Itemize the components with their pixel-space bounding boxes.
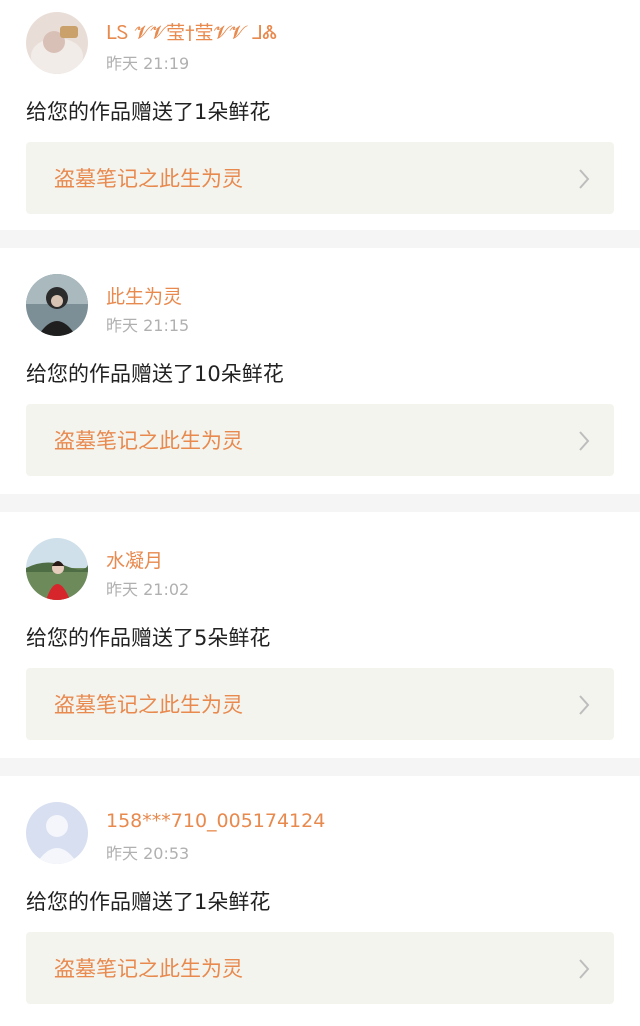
gift-message: 给您的作品赠送了1朵鲜花 xyxy=(26,100,271,124)
avatar[interactable] xyxy=(26,802,88,864)
chevron-right-icon xyxy=(579,959,590,979)
work-link[interactable]: 盗墓笔记之此生为灵 xyxy=(26,404,614,476)
username[interactable]: 此生为灵 xyxy=(106,282,182,309)
work-title: 盗墓笔记之此生为灵 xyxy=(54,957,243,981)
default-avatar-icon xyxy=(26,802,88,864)
work-link[interactable]: 盗墓笔记之此生为灵 xyxy=(26,668,614,740)
separator xyxy=(0,758,640,776)
timestamp: 昨天 21:02 xyxy=(106,580,190,599)
separator xyxy=(0,230,640,248)
work-title: 盗墓笔记之此生为灵 xyxy=(54,693,243,717)
chevron-right-icon xyxy=(579,431,590,451)
timestamp: 昨天 21:19 xyxy=(106,54,190,73)
gift-notification-card: 此生为灵 昨天 21:15 给您的作品赠送了10朵鲜花 盗墓笔记之此生为灵 xyxy=(0,248,640,494)
work-link[interactable]: 盗墓笔记之此生为灵 xyxy=(26,142,614,214)
gift-notification-card: ᒪᏚ 𝓥𝓥莹†莹𝓥𝓥 ᒧᏜ 昨天 21:19 给您的作品赠送了1朵鲜花 盗墓笔记… xyxy=(0,0,640,230)
username[interactable]: 158***710_005174124 xyxy=(106,810,325,832)
work-title: 盗墓笔记之此生为灵 xyxy=(54,429,243,453)
chevron-right-icon xyxy=(579,695,590,715)
gift-message: 给您的作品赠送了10朵鲜花 xyxy=(26,362,284,386)
work-title: 盗墓笔记之此生为灵 xyxy=(54,167,243,191)
timestamp: 昨天 21:15 xyxy=(106,316,190,335)
avatar-3-icon xyxy=(26,538,88,600)
gift-message: 给您的作品赠送了1朵鲜花 xyxy=(26,890,271,914)
gift-notification-card: 水凝月 昨天 21:02 给您的作品赠送了5朵鲜花 盗墓笔记之此生为灵 xyxy=(0,512,640,758)
username[interactable]: ᒪᏚ 𝓥𝓥莹†莹𝓥𝓥 ᒧᏜ xyxy=(106,18,277,45)
avatar-2-icon xyxy=(26,274,88,336)
timestamp: 昨天 20:53 xyxy=(106,844,190,863)
avatar-1-icon xyxy=(26,12,88,74)
gift-message: 给您的作品赠送了5朵鲜花 xyxy=(26,626,271,650)
work-link[interactable]: 盗墓笔记之此生为灵 xyxy=(26,932,614,1004)
avatar[interactable] xyxy=(26,274,88,336)
avatar[interactable] xyxy=(26,538,88,600)
gift-notification-card: 158***710_005174124 昨天 20:53 给您的作品赠送了1朵鲜… xyxy=(0,776,640,1026)
separator xyxy=(0,494,640,512)
chevron-right-icon xyxy=(579,169,590,189)
username[interactable]: 水凝月 xyxy=(106,546,163,573)
avatar[interactable] xyxy=(26,12,88,74)
